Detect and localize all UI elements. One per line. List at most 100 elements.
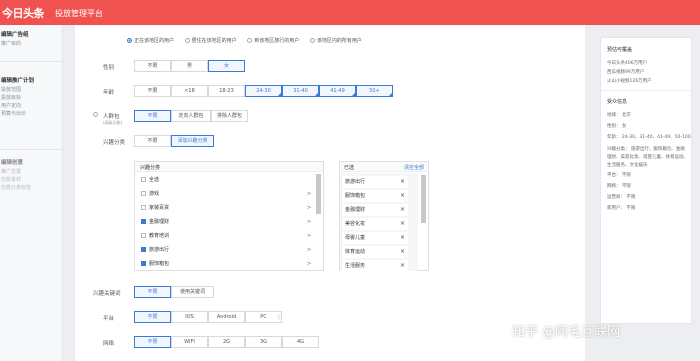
interest-item[interactable]: 家装百货 <box>141 202 169 215</box>
sidebar-group-plan: 编辑推广计划 投放范围 投放目标 用户定向 预算与出价 <box>0 77 63 118</box>
close-icon[interactable]: × <box>400 260 405 272</box>
gender-male-button[interactable]: 男 <box>171 60 208 72</box>
info-line: 性别： 女 <box>607 124 627 129</box>
interest-item[interactable]: 旅游出行 <box>141 244 169 257</box>
sidebar-title-creative[interactable]: 编辑创意 <box>0 159 63 168</box>
selected-list: 旅游出行 × 服饰箱包 × 金融理财 × 美容化妆 × 母婴儿童 × 体育运动 × 生活服务… <box>340 173 418 272</box>
interest-add-button[interactable]: 添加兴趣分类 <box>171 135 214 147</box>
audience-include-button[interactable]: 定向人群包 <box>171 110 211 122</box>
gender-any-button[interactable]: 不限 <box>134 60 171 72</box>
info-line: 运营商： 不限 <box>607 195 636 200</box>
selected-tag: 服饰箱包 × <box>342 190 408 202</box>
info-icon: ⓘ <box>277 315 283 321</box>
sidebar-item-tags[interactable]: 创意分类标签 <box>0 184 63 192</box>
info-line: 网络： 不限 <box>607 184 631 189</box>
gender-female-button[interactable]: 女 <box>208 60 245 72</box>
interest-scrollbar[interactable] <box>316 174 321 214</box>
selected-tag: 美容化妆 × <box>342 218 408 230</box>
age-18-23-button[interactable]: 18-23 <box>208 85 245 97</box>
sidebar-title-plan[interactable]: 编辑推广计划 <box>0 77 63 86</box>
keyword-any-button[interactable]: 不限 <box>134 286 171 298</box>
age-50-plus-button[interactable]: 50+ <box>356 85 393 97</box>
selected-scrollbar[interactable] <box>421 175 426 223</box>
sidebar-item-budget[interactable]: 预算与出价 <box>0 110 63 118</box>
checkbox-icon <box>141 205 146 210</box>
sidebar-item-range[interactable]: 投放范围 <box>0 86 63 94</box>
audience-any-button[interactable]: 不限 <box>134 110 171 122</box>
checkbox-checked-icon <box>141 261 146 266</box>
location-option-resident[interactable]: 居住在该地区的用户 <box>184 38 237 44</box>
selected-header: 已选 清空全部 <box>340 162 428 172</box>
location-option-traveler[interactable]: 到该地区旅行的用户 <box>247 38 299 44</box>
network-4g-button[interactable]: 4G <box>282 336 319 348</box>
platform-any-button[interactable]: 不限 <box>134 311 171 323</box>
age-any-button[interactable]: 不限 <box>134 85 171 97</box>
radio-icon <box>93 112 98 117</box>
interest-item[interactable]: 服饰箱包 <box>141 258 169 271</box>
main-content: 正在该地区的用户 居住在该地区的用户 到该地区旅行的用户 该地区内的所有用户 性… <box>75 25 585 361</box>
selected-title: 已选 <box>344 165 355 171</box>
close-icon[interactable]: × <box>400 190 405 202</box>
close-icon[interactable]: × <box>400 218 405 230</box>
sidebar-item-targeting[interactable]: 用户定向 <box>0 102 63 110</box>
close-icon[interactable]: × <box>400 176 405 188</box>
chevron-right-icon[interactable]: > <box>307 258 311 271</box>
network-2g-button[interactable]: 2G <box>208 336 245 348</box>
sidebar-group-ad-group: 编辑广告组 推广目的 <box>0 31 63 48</box>
info-line: 平台： 不限 <box>607 173 631 178</box>
platform-android-button[interactable]: Android <box>208 311 245 323</box>
sidebar-item-material[interactable]: 创意素材 <box>0 176 63 184</box>
location-options: 正在该地区的用户 居住在该地区的用户 到该地区旅行的用户 该地区内的所有用户 <box>127 37 362 44</box>
sidebar: 编辑广告组 推广目的 编辑推广计划 投放范围 投放目标 用户定向 预算与出价 编… <box>0 25 63 361</box>
network-3g-button[interactable]: 3G <box>245 336 282 348</box>
interest-any-button[interactable]: 不限 <box>134 135 171 147</box>
radio-icon <box>247 38 253 43</box>
close-icon[interactable]: × <box>400 246 405 258</box>
sidebar-item-target[interactable]: 投放目标 <box>0 94 63 102</box>
age-under18-button[interactable]: <18 <box>171 85 208 97</box>
checkbox-checked-icon <box>141 219 146 224</box>
keyword-use-button[interactable]: 使用关键词 <box>171 286 214 298</box>
checkbox-checked-icon <box>141 247 146 252</box>
network-any-button[interactable]: 不限 <box>134 336 171 348</box>
top-bar: 今日头条 投放管理平台 <box>0 0 700 25</box>
sidebar-title-ad-group[interactable]: 编辑广告组 <box>0 31 63 40</box>
interest-item[interactable]: 金融理财 <box>141 216 169 229</box>
chevron-right-icon[interactable]: > <box>307 230 311 243</box>
clear-all-link[interactable]: 清空全部 <box>404 164 424 171</box>
interest-item[interactable]: 全选 <box>141 174 159 187</box>
network-wifi-button[interactable]: WIFI <box>171 336 208 348</box>
interest-item[interactable]: 游戏 <box>141 188 159 201</box>
location-option-all[interactable]: 该地区内的所有用户 <box>309 38 362 44</box>
location-option-current[interactable]: 正在该地区的用户 <box>127 38 174 44</box>
sidebar-item-position[interactable]: 推广位置 <box>0 168 63 176</box>
chevron-right-icon[interactable]: > <box>307 188 311 201</box>
radio-icon <box>127 38 132 43</box>
selected-panel: 已选 清空全部 旅游出行 × 服饰箱包 × 金融理财 × 美容化妆 × 母婴儿童 × 体育… <box>339 161 429 272</box>
info-line: 兴趣分类： 旅游出行、服饰箱包、金融 <box>607 147 685 152</box>
platform-ios-button[interactable]: IOS <box>171 311 208 323</box>
close-icon[interactable]: × <box>400 232 405 244</box>
close-icon[interactable]: × <box>400 204 405 216</box>
sidebar-item-goal[interactable]: 推广目的 <box>0 40 63 48</box>
checkbox-icon <box>141 233 146 238</box>
watermark: 知乎 @阿毛互联网 <box>512 325 621 340</box>
chevron-right-icon[interactable]: > <box>307 244 311 257</box>
info-line: 理财、美容化妆、母婴儿童、体育运动、 <box>607 155 688 160</box>
selected-tag: 母婴儿童 × <box>342 232 408 244</box>
audience-radio[interactable] <box>93 112 100 118</box>
info-title: 受众信息 <box>607 99 628 105</box>
chevron-right-icon[interactable]: > <box>307 202 311 215</box>
selected-tag: 旅游出行 × <box>342 176 408 188</box>
chevron-right-icon[interactable]: > <box>307 216 311 229</box>
network-label: 网络 <box>103 341 115 347</box>
audience-exclude-button[interactable]: 排除人群包 <box>211 110 248 122</box>
audience-summary-panel: 预估可覆盖 今日头条406万用户 西瓜视频99万用户 火山小视频126万用户 受… <box>600 37 692 324</box>
age-24-30-button[interactable]: 24-30 <box>245 85 282 97</box>
sidebar-divider <box>0 149 63 150</box>
interest-list-header: 兴趣分类 <box>135 162 323 172</box>
interest-item[interactable]: 教育培训 <box>141 230 169 243</box>
radio-icon <box>184 38 190 43</box>
age-41-49-button[interactable]: 41-49 <box>319 85 356 97</box>
age-31-40-button[interactable]: 31-40 <box>282 85 319 97</box>
